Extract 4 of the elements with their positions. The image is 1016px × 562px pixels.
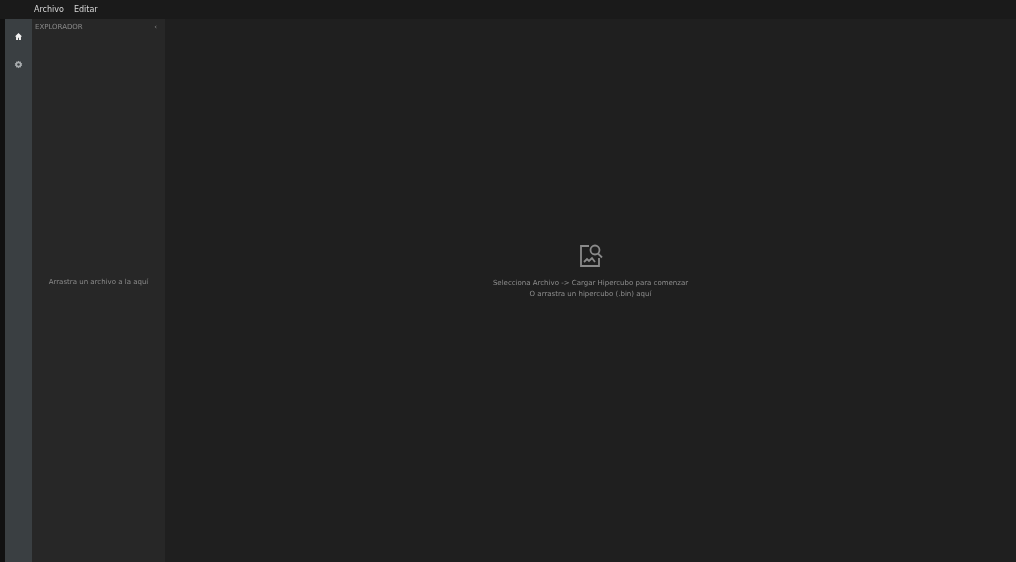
home-icon xyxy=(14,31,23,41)
menu-item[interactable]: Archivo xyxy=(34,5,64,14)
menu-item[interactable]: Editar xyxy=(73,5,98,14)
settings-icon xyxy=(14,59,23,69)
